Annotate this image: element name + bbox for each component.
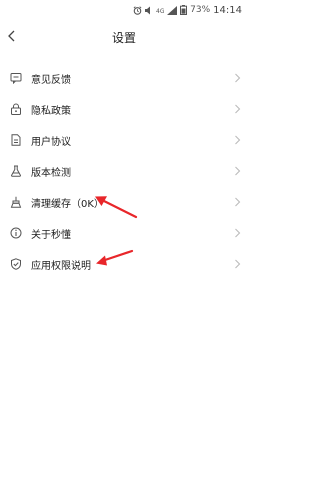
chevron-right-icon <box>235 197 241 207</box>
svg-text:4G: 4G <box>156 8 164 15</box>
menu-item-label: 用户协议 <box>31 137 71 148</box>
menu-item-feedback[interactable]: 意见反馈 <box>0 63 248 94</box>
menu-item-label: 意见反馈 <box>31 75 71 86</box>
menu-item-label: 版本检测 <box>31 168 71 179</box>
menu-item-label: 关于秒懂 <box>31 230 71 241</box>
clock: 14:14 <box>213 4 242 16</box>
info-icon <box>10 227 22 239</box>
battery-percent: 73% <box>190 5 211 15</box>
alarm-icon <box>133 5 142 15</box>
title-bar: 设置 <box>0 22 248 50</box>
menu-item-about[interactable]: 关于秒懂 <box>0 218 248 249</box>
menu-item-label: 隐私政策 <box>31 106 71 117</box>
flask-icon <box>11 165 21 177</box>
menu-item-label: 应用权限说明 <box>31 261 91 272</box>
signal-icon <box>167 5 178 15</box>
chevron-right-icon <box>235 228 241 238</box>
status-bar: 4G 73% 14:14 <box>0 0 248 20</box>
chevron-right-icon <box>235 259 241 269</box>
battery-icon <box>180 5 188 15</box>
broom-icon <box>10 196 22 208</box>
annotation-arrow-permissions <box>96 249 134 266</box>
shield-icon <box>11 258 21 270</box>
page-title: 设置 <box>111 31 136 45</box>
menu-item-privacy[interactable]: 隐私政策 <box>0 94 248 125</box>
feedback-icon <box>10 73 22 84</box>
chevron-right-icon <box>235 73 241 83</box>
chevron-right-icon <box>235 135 241 145</box>
annotation-arrow-clear-cache <box>95 196 138 219</box>
chevron-right-icon <box>235 166 241 176</box>
lock-icon <box>11 103 21 115</box>
menu-item-version[interactable]: 版本检测 <box>0 156 248 187</box>
network-4g-icon: 4G <box>156 8 164 15</box>
document-icon <box>11 134 21 146</box>
menu-item-agreement[interactable]: 用户协议 <box>0 125 248 156</box>
chevron-right-icon <box>235 104 241 114</box>
volume-icon <box>145 6 151 14</box>
